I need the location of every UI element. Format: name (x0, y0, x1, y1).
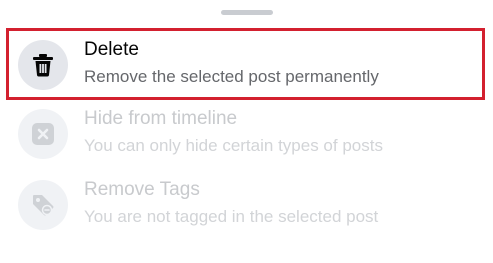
sheet-drag-handle[interactable] (221, 10, 273, 15)
tag-icon (18, 180, 68, 230)
bottom-sheet: Delete Remove the selected post permanen… (0, 0, 493, 263)
menu-item-subtitle: Remove the selected post permanently (84, 67, 379, 86)
menu-item-title: Hide from timeline (84, 108, 238, 129)
menu-item-hide-from-timeline: Hide from timeline You can only hide cer… (6, 97, 485, 167)
menu-item-delete[interactable]: Delete Remove the selected post permanen… (6, 28, 485, 98)
menu-item-title: Delete (84, 39, 139, 60)
menu-item-title: Remove Tags (84, 179, 200, 200)
menu-item-subtitle: You are not tagged in the selected post (84, 207, 379, 226)
trash-icon (18, 40, 68, 90)
menu-item-subtitle: You can only hide certain types of posts (84, 136, 383, 155)
menu-item-remove-tags: Remove Tags You are not tagged in the se… (6, 168, 485, 238)
hide-x-icon (18, 109, 68, 159)
